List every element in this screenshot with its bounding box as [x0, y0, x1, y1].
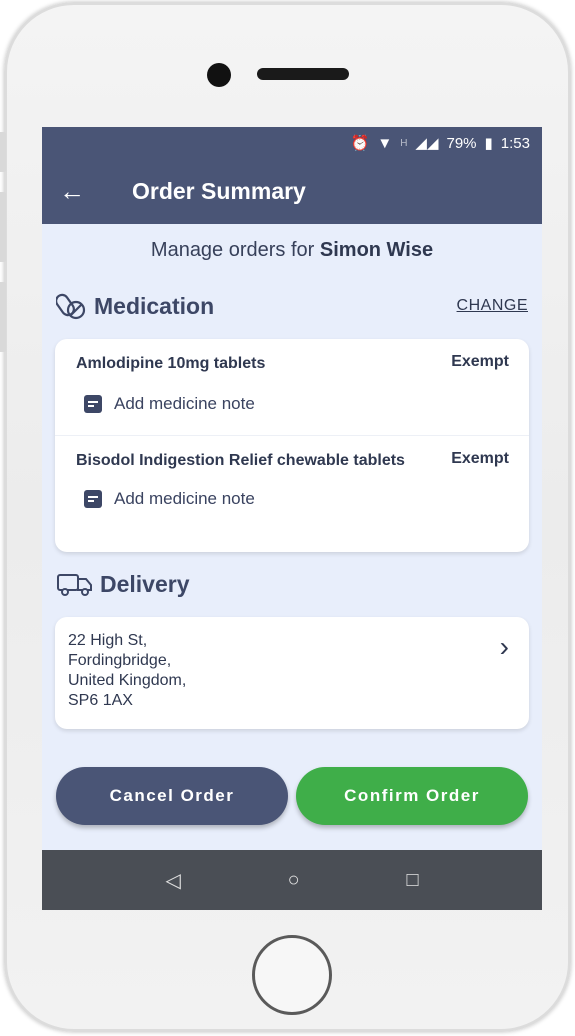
nav-recents-icon[interactable]: □	[406, 869, 418, 892]
earpiece-speaker	[257, 68, 349, 80]
network-type: H	[400, 137, 408, 149]
cancel-order-button[interactable]: Cancel Order	[56, 767, 288, 825]
delivery-heading: Delivery	[56, 570, 190, 598]
wifi-icon: ▼	[377, 134, 393, 152]
address-line: United Kingdom,	[68, 672, 187, 689]
medication-heading: Medication	[56, 290, 214, 322]
mute-switch	[0, 132, 6, 172]
clock: 1:53	[500, 134, 530, 152]
address-line: 22 High St,	[68, 632, 148, 649]
medication-title: Medication	[94, 292, 215, 319]
address-line: Fordingbridge,	[68, 652, 172, 669]
chevron-right-icon[interactable]: ›	[500, 631, 509, 663]
medication-card: Amlodipine 10mg tablets Exempt Add medic…	[55, 339, 529, 552]
nav-home-icon[interactable]: ○	[288, 869, 300, 892]
delivery-address-card[interactable]: 22 High St, Fordingbridge, United Kingdo…	[55, 617, 529, 729]
note-icon	[84, 395, 102, 413]
battery-icon: ▮	[484, 135, 493, 152]
app-screen: ⏰ ▼ H ◢◢ 79% ▮ 1:53 ← Order Summary Mana…	[42, 127, 542, 910]
medication-status: Exempt	[451, 450, 509, 467]
volume-up-button	[0, 192, 6, 262]
confirm-order-button[interactable]: Confirm Order	[296, 767, 528, 825]
medication-item: Amlodipine 10mg tablets Exempt Add medic…	[55, 339, 529, 435]
status-bar: ⏰ ▼ H ◢◢ 79% ▮ 1:53	[42, 127, 542, 159]
medication-status: Exempt	[451, 353, 509, 370]
arrow-left-icon[interactable]: ←	[42, 176, 102, 207]
android-nav-bar: ◁ ○ □	[42, 850, 542, 910]
signal-icon: ◢◢	[415, 135, 439, 152]
add-medicine-note-button[interactable]: Add medicine note	[84, 394, 509, 414]
delivery-address: 22 High St, Fordingbridge, United Kingdo…	[55, 617, 529, 725]
pills-icon	[56, 293, 86, 320]
alarm-icon: ⏰	[350, 135, 370, 152]
app-bar: ← Order Summary	[42, 159, 542, 224]
nav-back-icon[interactable]: ◁	[165, 868, 180, 893]
battery-percent: 79%	[446, 134, 477, 152]
medication-name: Bisodol Indigestion Relief chewable tabl…	[76, 452, 405, 469]
front-camera	[207, 63, 231, 87]
add-medicine-note-button[interactable]: Add medicine note	[84, 489, 509, 509]
home-button[interactable]	[252, 935, 332, 1015]
delivery-van-icon	[57, 574, 92, 596]
volume-down-button	[0, 282, 6, 352]
delivery-title: Delivery	[100, 570, 190, 597]
manage-prefix: Manage orders for	[150, 239, 320, 261]
patient-name: Simon Wise	[319, 239, 434, 261]
add-note-label: Add medicine note	[114, 489, 255, 508]
address-line: SP6 1AX	[68, 692, 133, 709]
note-icon	[84, 490, 102, 508]
add-note-label: Add medicine note	[114, 394, 255, 413]
change-medication-link[interactable]: CHANGE	[457, 297, 528, 315]
page-title: Order Summary	[132, 178, 306, 204]
medication-name: Amlodipine 10mg tablets	[76, 355, 266, 372]
medication-item: Bisodol Indigestion Relief chewable tabl…	[55, 435, 529, 552]
manage-orders-text: Manage orders for Simon Wise	[42, 239, 542, 262]
